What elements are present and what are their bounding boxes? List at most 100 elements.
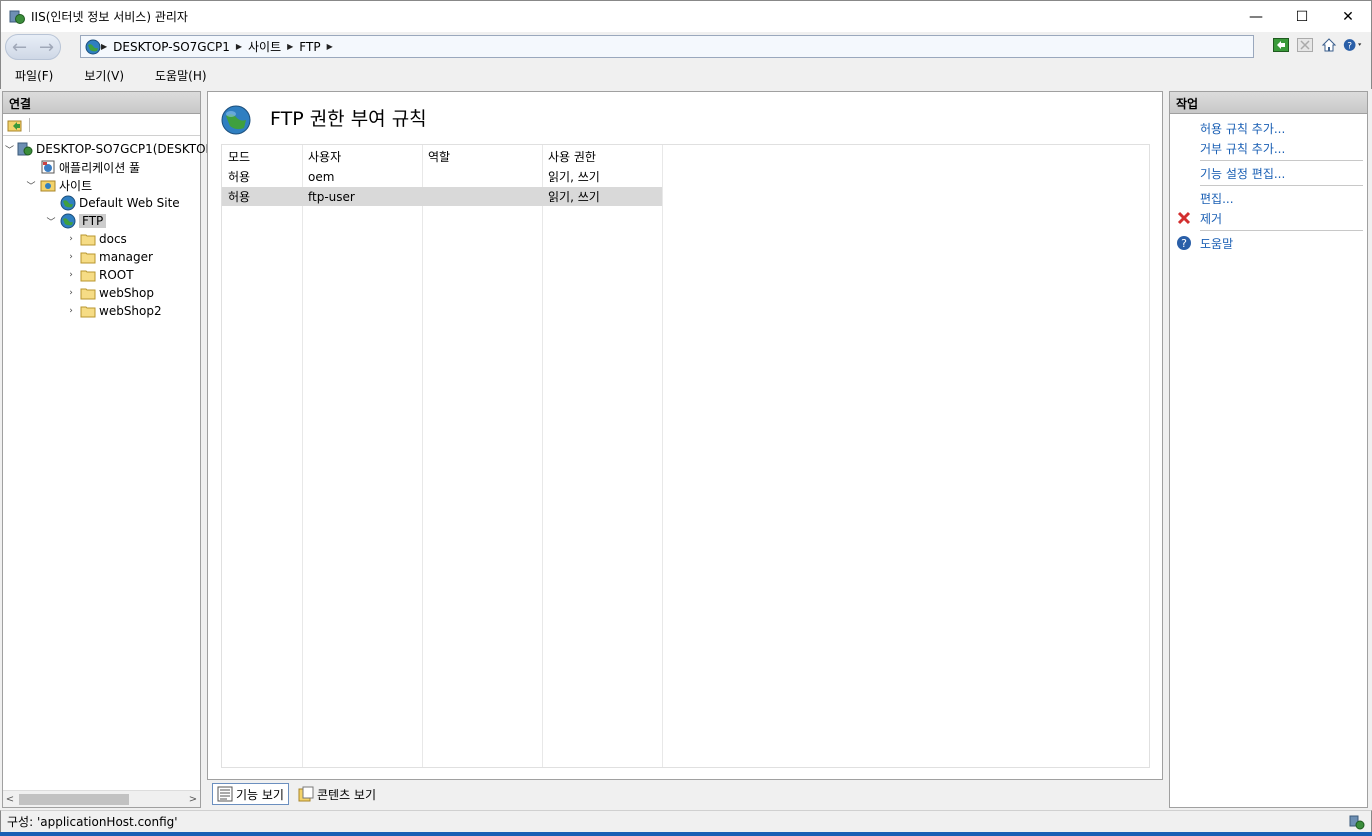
svg-text:?: ? [1347, 40, 1352, 51]
breadcrumb-server[interactable]: DESKTOP-SO7GCP1 [113, 40, 230, 54]
edit-label: 편집... [1200, 191, 1234, 206]
add-allow-rule-label: 허용 규칙 추가... [1200, 121, 1286, 136]
toolbar-divider [29, 117, 30, 132]
breadcrumb-separator: ▶ [101, 42, 108, 51]
remove-link[interactable]: 제거 [1170, 208, 1367, 228]
forward-button[interactable]: → [35, 35, 59, 59]
folder-icon [80, 249, 96, 265]
edit-feature-settings-link[interactable]: 기능 설정 편집... [1170, 163, 1367, 183]
cell-mode: 허용 [228, 170, 251, 184]
tree-node-desktop-so7gcp1-desktop-so7gcp1[interactable]: ﹀ DESKTOP-SO7GCP1(DESKTOP-SO7GCP1\ [3, 140, 278, 158]
edit-link[interactable]: 편집... [1170, 188, 1367, 208]
expander-icon[interactable]: ﹀ [25, 179, 37, 192]
refresh-icon[interactable] [1271, 35, 1291, 55]
scroll-thumb[interactable] [19, 794, 129, 805]
close-button[interactable]: ✕ [1325, 1, 1371, 33]
content-view-label: 콘텐츠 보기 [316, 787, 376, 802]
menu-view[interactable]: 보기(V) [78, 67, 130, 84]
iis-app-icon [9, 10, 25, 24]
nav-buttons: ← → [5, 34, 61, 60]
help-dropdown-icon[interactable]: ? [1343, 35, 1363, 55]
folder-icon [80, 285, 96, 301]
breadcrumb-ftp[interactable]: FTP [299, 40, 320, 54]
tree-node-webshop2[interactable]: › webShop2 [3, 302, 200, 320]
tree-node-label: Default Web Site [79, 196, 180, 210]
sites-folder-icon [40, 177, 56, 193]
breadcrumb-separator: ▶ [287, 42, 294, 51]
scroll-right-arrow[interactable]: > [186, 794, 200, 805]
svg-text:?: ? [1181, 237, 1187, 250]
help-label: 도움말 [1200, 236, 1234, 251]
back-button[interactable]: ← [8, 35, 32, 59]
tree-node-manager[interactable]: › manager [3, 248, 200, 266]
navigation-bar: ← → ▶ DESKTOP-SO7GCP1 ▶ 사이트 ▶ FTP ▶ ? [0, 32, 1372, 62]
add-deny-rule-link[interactable]: 거부 규칙 추가... [1170, 138, 1367, 158]
maximize-button[interactable]: ☐ [1279, 1, 1325, 33]
tree-node-애플리케이션-풀[interactable]: 애플리케이션 풀 [3, 158, 200, 176]
column-header-mode[interactable]: 모드 [222, 145, 302, 167]
breadcrumb-sites[interactable]: 사이트 [248, 38, 281, 55]
cell-permissions: 읽기, 쓰기 [548, 170, 600, 184]
column-divider [302, 145, 303, 767]
tree-node-사이트[interactable]: ﹀ 사이트 [3, 176, 200, 194]
minimize-button[interactable]: — [1233, 1, 1279, 33]
content-view-tab[interactable]: 콘텐츠 보기 [294, 783, 380, 805]
tree-node-label: ROOT [99, 268, 134, 282]
actions-pane: 작업 허용 규칙 추가... 거부 규칙 추가... 기능 설정 편집... 편… [1169, 91, 1368, 808]
expander-icon[interactable]: › [65, 270, 77, 280]
tree-node-root[interactable]: › ROOT [3, 266, 200, 284]
add-allow-rule-link[interactable]: 허용 규칙 추가... [1170, 118, 1367, 138]
features-view-tab[interactable]: 기능 보기 [212, 783, 289, 805]
table-row[interactable]: 허용 ftp-user 읽기, 쓰기 [222, 187, 662, 206]
expander-icon[interactable]: › [65, 288, 77, 298]
status-text: 구성: 'applicationHost.config' [7, 815, 178, 829]
column-header-permissions[interactable]: 사용 권한 [542, 145, 662, 167]
expander-icon[interactable]: ﹀ [45, 215, 57, 228]
help-link[interactable]: ? 도움말 [1170, 233, 1367, 253]
cell-user: ftp-user [308, 189, 355, 204]
globe-icon [60, 213, 76, 229]
remove-x-icon [1177, 211, 1191, 225]
home-icon[interactable] [1319, 35, 1339, 55]
features-view-label: 기능 보기 [236, 787, 284, 802]
tree-node-label: 사이트 [59, 178, 93, 193]
ftp-globe-icon [221, 105, 251, 135]
scroll-left-arrow[interactable]: < [3, 794, 17, 805]
expander-icon[interactable]: › [65, 306, 77, 316]
menu-file[interactable]: 파일(F) [9, 67, 59, 84]
connect-icon[interactable] [7, 117, 23, 133]
connections-tree: ﹀ DESKTOP-SO7GCP1(DESKTOP-SO7GCP1\ 애플리케이션 … [3, 136, 278, 320]
tree-node-label: webShop2 [99, 304, 162, 318]
stop-icon[interactable] [1295, 35, 1315, 55]
horizontal-scrollbar[interactable]: < > [3, 790, 200, 807]
column-header-user[interactable]: 사용자 [302, 145, 422, 167]
actions-divider [1200, 160, 1363, 161]
folder-icon [80, 267, 96, 283]
tree-node-ftp[interactable]: ﹀ FTP [3, 212, 200, 230]
tree-node-webshop[interactable]: › webShop [3, 284, 200, 302]
tree-node-label: 애플리케이션 풀 [59, 160, 141, 175]
breadcrumb-separator: ▶ [326, 42, 333, 51]
rules-grid: 모드 사용자 역할 사용 권한 허용 oem 읽기, 쓰기 허용 ftp-user 읽기,… [221, 144, 1150, 768]
cell-permissions: 읽기, 쓰기 [548, 190, 600, 204]
connections-header: 연결 [3, 92, 200, 114]
tree-node-label: webShop [99, 286, 154, 300]
connections-pane: 연결 ﹀ DESKTOP-SO7GCP1(DESKTOP-SO7GCP1\ 애플리케… [2, 91, 278, 808]
column-header-role[interactable]: 역할 [422, 145, 542, 167]
expander-icon[interactable]: › [65, 252, 77, 262]
column-divider [422, 145, 423, 767]
address-bar[interactable]: ▶ DESKTOP-SO7GCP1 ▶ 사이트 ▶ FTP ▶ [80, 35, 1254, 58]
expander-icon[interactable]: ﹀ [5, 143, 14, 156]
status-bar: 구성: 'applicationHost.config' [0, 810, 1372, 832]
globe-icon [85, 39, 101, 54]
expander-icon[interactable]: › [65, 234, 77, 244]
cell-mode: 허용 [228, 190, 251, 204]
tree-node-default-web-site[interactable]: Default Web Site [3, 194, 200, 212]
server-icon [17, 141, 33, 157]
actions-header: 작업 [1170, 92, 1367, 114]
menu-help[interactable]: 도움말(H) [149, 67, 213, 84]
tree-node-docs[interactable]: › docs [3, 230, 200, 248]
table-row[interactable]: 허용 oem 읽기, 쓰기 [222, 167, 662, 186]
column-divider [662, 145, 663, 767]
cell-user: oem [308, 169, 335, 184]
